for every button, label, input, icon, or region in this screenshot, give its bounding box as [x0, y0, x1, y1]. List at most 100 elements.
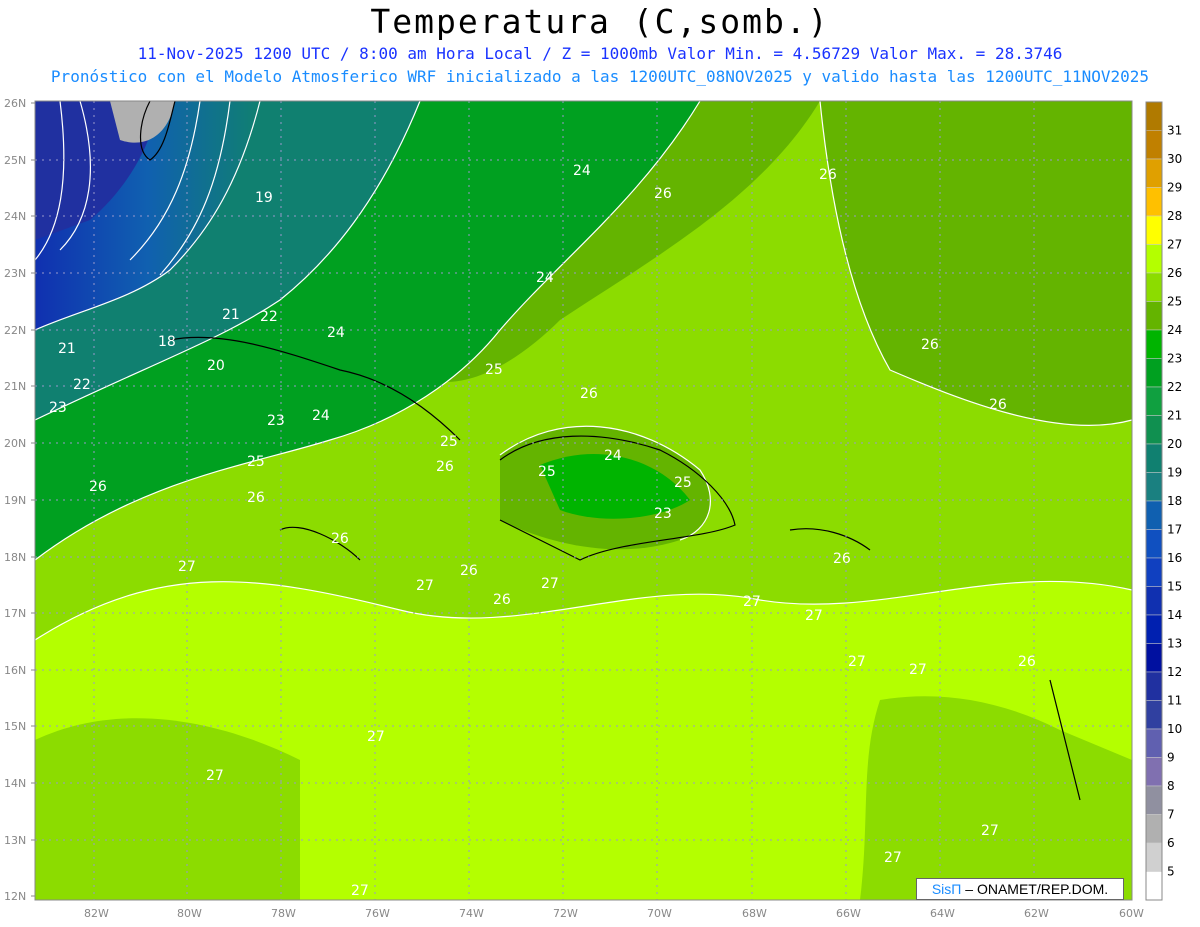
colorbar-label: 21 [1167, 409, 1182, 423]
colorbar-label: 17 [1167, 523, 1182, 537]
contour-label: 26 [436, 459, 454, 475]
colorbar-label: 13 [1167, 637, 1182, 651]
lon-label: 68W [742, 907, 767, 920]
colorbar-swatch [1145, 272, 1163, 302]
colorbar-label: 22 [1167, 380, 1182, 394]
colorbar-label: 11 [1167, 694, 1182, 708]
colorbar-label: 28 [1167, 209, 1182, 223]
lat-label: 16N [4, 664, 26, 677]
contour-label: 26 [819, 167, 837, 183]
colorbar-swatch [1145, 415, 1163, 445]
colorbar-swatch [1145, 757, 1163, 787]
colorbar-label: 23 [1167, 352, 1182, 366]
credit-box: SisΠ – ONAMET/REP.DOM. [916, 878, 1124, 900]
lat-label: 26N [4, 97, 26, 110]
colorbar-label: 25 [1167, 295, 1182, 309]
colorbar-swatch [1145, 130, 1163, 160]
lat-label: 17N [4, 607, 26, 620]
lon-label: 80W [177, 907, 202, 920]
contour-label: 22 [260, 309, 278, 325]
colorbar-swatch [1145, 529, 1163, 559]
contour-label: 27 [909, 662, 927, 678]
lat-label: 23N [4, 267, 26, 280]
map-plot-area [34, 100, 1133, 901]
colorbar-label: 18 [1167, 494, 1182, 508]
colorbar-label: 19 [1167, 466, 1182, 480]
contour-label: 23 [49, 400, 67, 416]
lon-label: 70W [647, 907, 672, 920]
colorbar-swatch [1145, 443, 1163, 473]
credit-system: SisΠ [931, 881, 962, 897]
colorbar-swatch [1145, 671, 1163, 701]
lon-label: 60W [1119, 907, 1144, 920]
colorbar-label: 6 [1167, 836, 1175, 850]
colorbar-label: 20 [1167, 437, 1182, 451]
contour-label: 26 [89, 479, 107, 495]
lat-label: 20N [4, 437, 26, 450]
colorbar-label: 27 [1167, 238, 1182, 252]
temperature-colorbar: 31 30 29 28 27 26 25 24 23 22 21 20 19 18 17 16 15 14 13 12… [1145, 101, 1182, 901]
colorbar-swatch [1145, 244, 1163, 274]
colorbar-swatch [1145, 785, 1163, 815]
colorbar-swatch [1145, 472, 1163, 502]
contour-label: 27 [743, 594, 761, 610]
colorbar-swatch [1145, 842, 1163, 872]
colorbar-label: 10 [1167, 722, 1182, 736]
contour-label: 27 [206, 768, 224, 784]
contour-label: 26 [833, 551, 851, 567]
lat-label: 14N [4, 777, 26, 790]
contour-label: 27 [541, 576, 559, 592]
lon-label: 66W [836, 907, 861, 920]
contour-label: 26 [331, 531, 349, 547]
colorbar-label: 14 [1167, 608, 1182, 622]
contour-label: 27 [805, 608, 823, 624]
contour-label: 27 [981, 823, 999, 839]
contour-label: 24 [604, 448, 622, 464]
colorbar-swatch [1145, 301, 1163, 331]
lat-label: 24N [4, 210, 26, 223]
colorbar-label: 8 [1167, 779, 1175, 793]
colorbar-swatch [1145, 158, 1163, 188]
lat-label: 25N [4, 154, 26, 167]
temperature-map: 19 21 22 18 20 24 21 22 23 23 24 25 24 2… [4, 97, 1182, 920]
contour-label: 25 [440, 434, 458, 450]
colorbar-label: 5 [1167, 865, 1175, 879]
contour-label: 27 [178, 559, 196, 575]
contour-label: 26 [493, 592, 511, 608]
contour-label: 26 [580, 386, 598, 402]
contour-label: 27 [416, 578, 434, 594]
contour-label: 27 [884, 850, 902, 866]
colorbar-swatch [1145, 329, 1163, 359]
colorbar-label: 24 [1167, 323, 1182, 337]
lat-label: 12N [4, 890, 26, 903]
colorbar-swatch [1145, 215, 1163, 245]
lat-label: 22N [4, 324, 26, 337]
colorbar-label: 30 [1167, 152, 1182, 166]
contour-label: 26 [654, 186, 672, 202]
colorbar-label: 31 [1167, 124, 1182, 138]
contour-label: 21 [58, 341, 76, 357]
contour-label: 20 [207, 358, 225, 374]
contour-label: 23 [267, 413, 285, 429]
contour-label: 27 [351, 883, 369, 899]
contour-label: 24 [312, 408, 330, 424]
lon-label: 76W [365, 907, 390, 920]
colorbar-label: 29 [1167, 181, 1182, 195]
contour-label: 25 [485, 362, 503, 378]
lat-label: 18N [4, 551, 26, 564]
longitude-axis: 82W 80W 78W 76W 74W 72W 70W 68W 66W 64W … [84, 907, 1144, 920]
contour-label: 26 [921, 337, 939, 353]
lat-label: 15N [4, 720, 26, 733]
colorbar-label: 12 [1167, 665, 1182, 679]
colorbar-swatch [1145, 700, 1163, 730]
lat-label: 21N [4, 380, 26, 393]
colorbar-swatch [1145, 814, 1163, 844]
colorbar-swatch [1145, 643, 1163, 673]
colorbar-swatch [1145, 500, 1163, 530]
contour-label: 24 [327, 325, 345, 341]
colorbar-swatch [1145, 614, 1163, 644]
colorbar-label: 15 [1167, 580, 1182, 594]
colorbar-swatch [1145, 586, 1163, 616]
contour-label: 26 [1018, 654, 1036, 670]
contour-label: 18 [158, 334, 176, 350]
